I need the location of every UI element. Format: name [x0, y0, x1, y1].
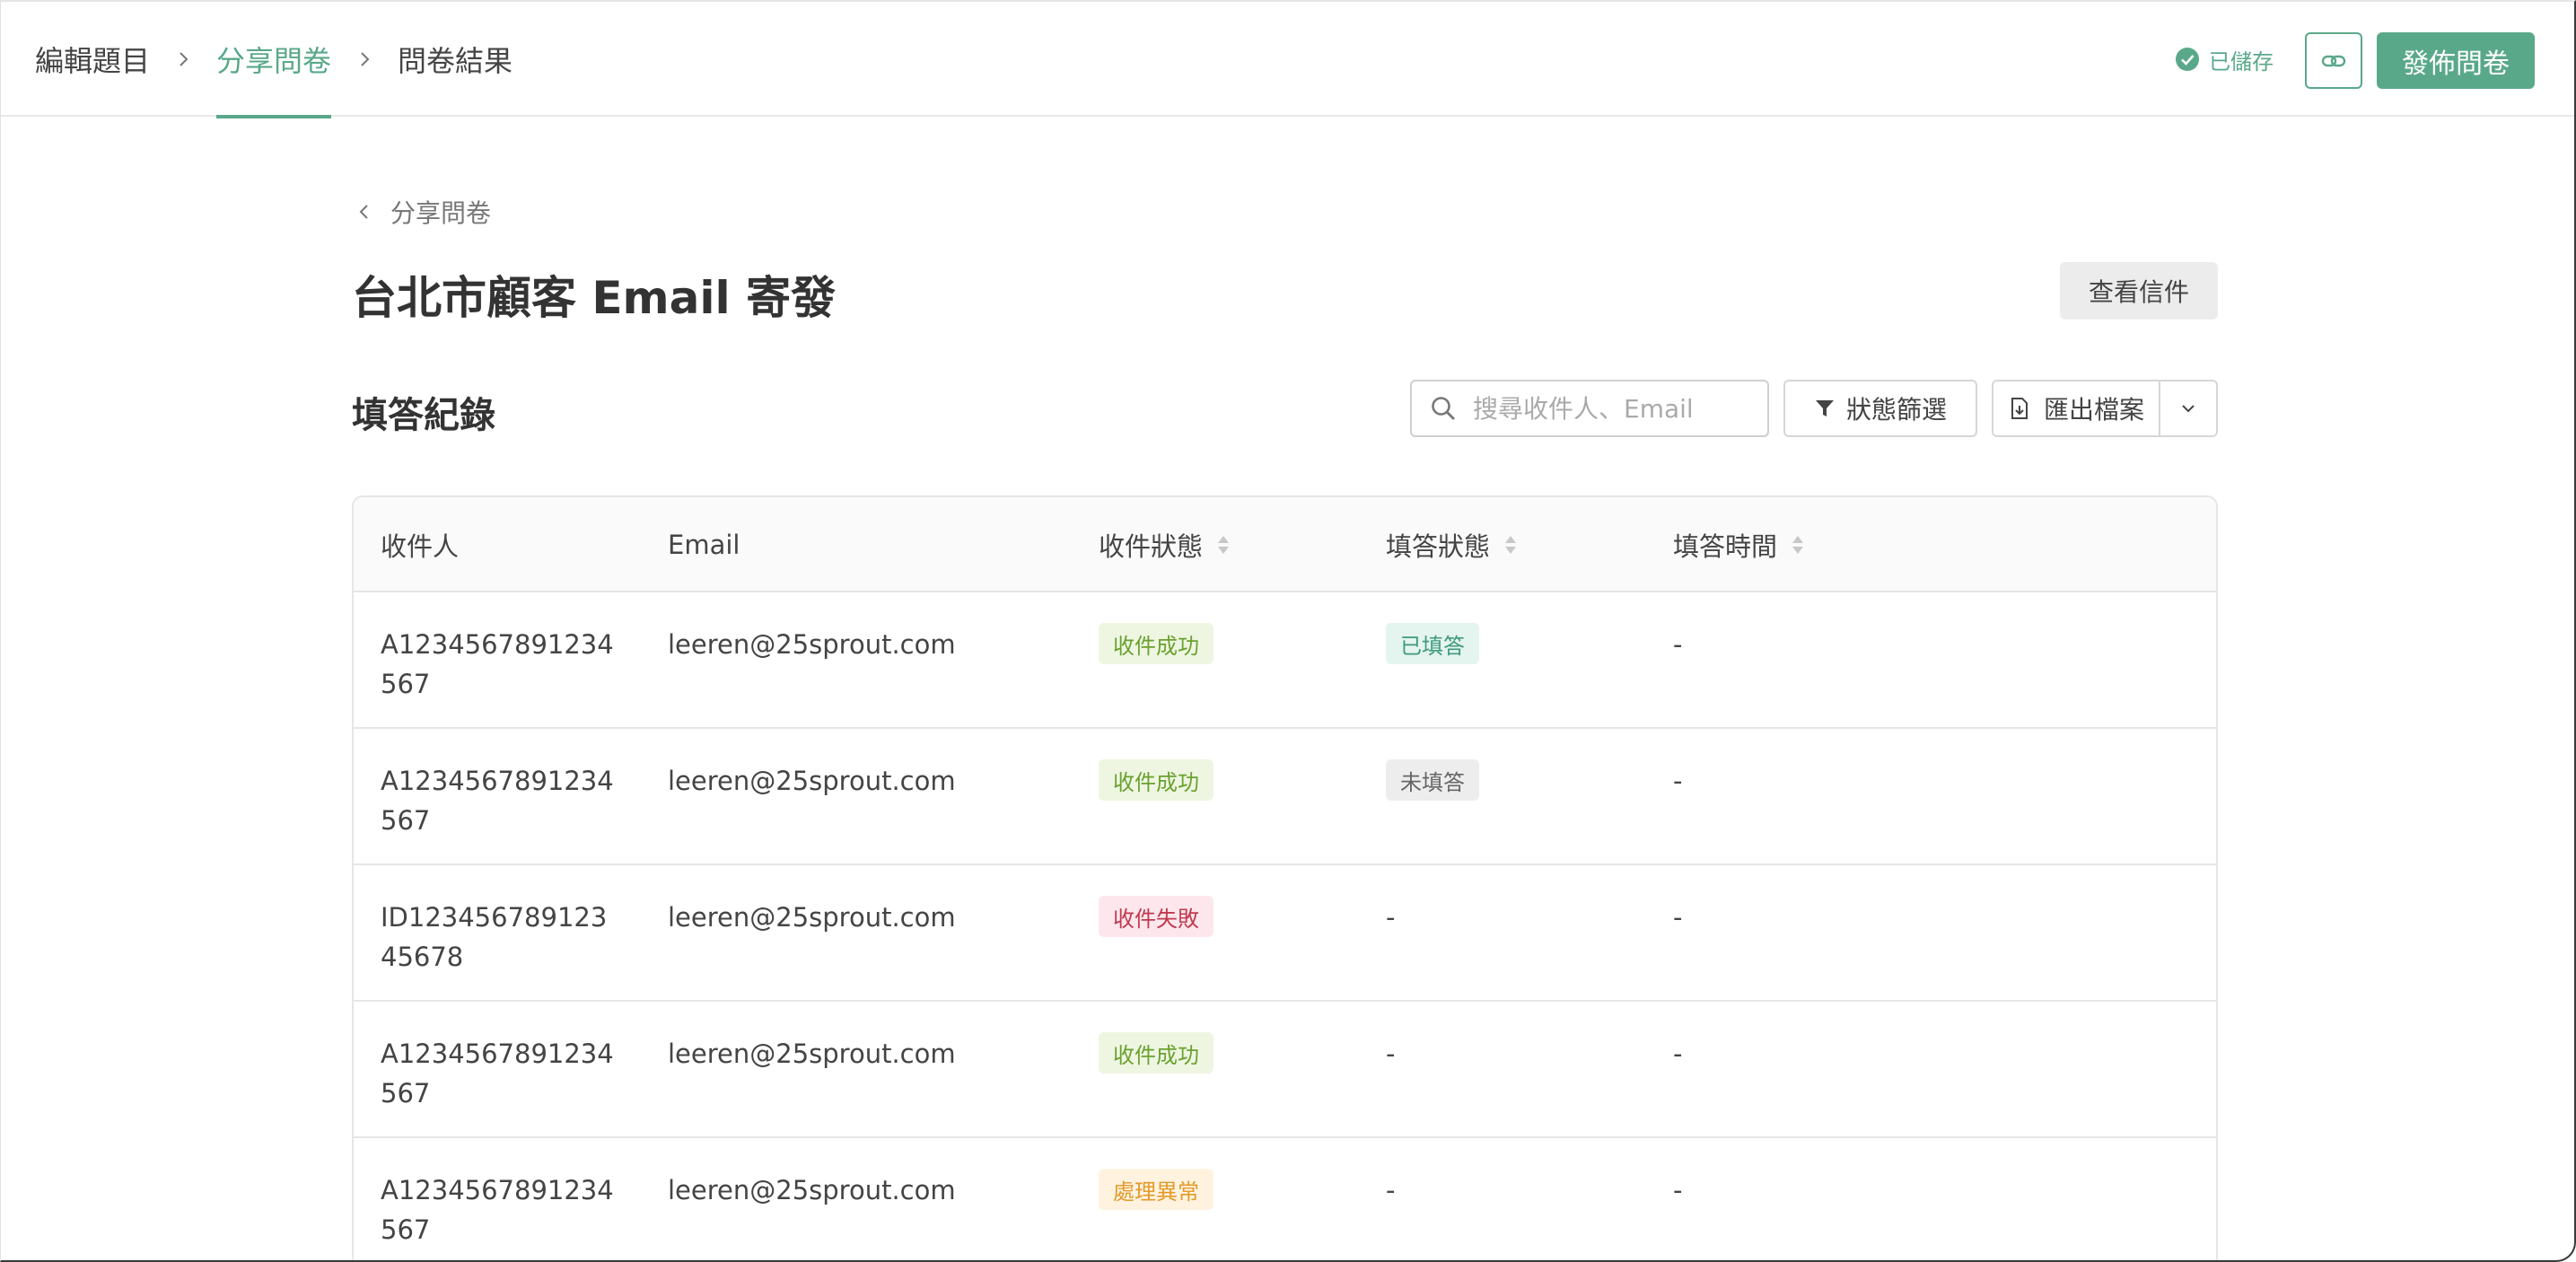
recipient-cell: A1234567891234567 [381, 629, 614, 699]
file-export-icon [2011, 398, 2028, 419]
step-survey-results[interactable]: 問卷結果 [398, 2, 513, 117]
back-link-label: 分享問卷 [390, 198, 492, 228]
response-status-badge: 未填答 [1386, 759, 1479, 801]
export-button-group: 匯出檔案 [1992, 380, 2218, 437]
delivery-status-badge: 收件成功 [1099, 1032, 1214, 1074]
response-time-cell: - [1673, 766, 1683, 796]
search-icon [1432, 397, 1455, 420]
table-header: 收件人 Email 收件狀態 填答狀態 填答時間 [354, 497, 2216, 592]
column-header-recipient: 收件人 [381, 531, 460, 562]
table-row: A1234567891234567 leeren@25sprout.com 收件成功… [354, 1002, 2216, 1138]
sort-icon[interactable] [1792, 535, 1804, 555]
search-box[interactable] [1410, 380, 1769, 437]
export-file-button[interactable]: 匯出檔案 [1993, 381, 2160, 435]
link-icon [2321, 55, 2346, 66]
response-status-cell: - [1386, 1175, 1396, 1205]
recipient-cell: A1234567891234567 [381, 1039, 614, 1109]
export-file-label: 匯出檔案 [2043, 395, 2144, 425]
recipient-cell: ID12345678912345678 [381, 902, 608, 972]
email-cell: leeren@25sprout.com [668, 766, 956, 796]
delivery-status-badge: 收件成功 [1099, 623, 1214, 664]
column-header-response-time[interactable]: 填答時間 [1673, 497, 1804, 592]
chevron-right-icon [331, 2, 398, 117]
response-time-cell: - [1673, 1175, 1683, 1205]
copy-link-button[interactable] [2305, 32, 2362, 89]
chevron-down-icon [2182, 405, 2195, 413]
step-share-survey[interactable]: 分享問卷 [216, 2, 332, 118]
top-bar: 編輯題目 分享問卷 問卷結果 已儲存 發佈問卷 [1, 2, 2574, 118]
response-time-cell: - [1673, 902, 1683, 933]
status-filter-label: 狀態篩選 [1845, 395, 1947, 425]
publish-survey-button[interactable]: 發佈問卷 [2377, 32, 2535, 89]
column-header-delivery-status[interactable]: 收件狀態 [1099, 497, 1230, 592]
response-status-cell: - [1386, 1039, 1396, 1069]
response-status-badge: 已填答 [1386, 623, 1479, 664]
page-title: 台北市顧客 Email 寄發 [352, 272, 837, 324]
table-row: ID12345678912345678 leeren@25sprout.com 收件… [354, 865, 2216, 1002]
email-cell: leeren@25sprout.com [668, 902, 956, 933]
table-body: A1234567891234567 leeren@25sprout.com 收件成功… [354, 592, 2216, 1260]
email-cell: leeren@25sprout.com [668, 1175, 956, 1205]
chevron-left-icon [359, 205, 368, 219]
view-mail-button[interactable]: 查看信件 [2060, 262, 2218, 320]
step-edit-questions[interactable]: 編輯題目 [35, 2, 150, 117]
filter-icon [1815, 400, 1834, 416]
recipient-cell: A1234567891234567 [381, 766, 614, 836]
sort-icon[interactable] [1217, 535, 1230, 555]
recipient-cell: A1234567891234567 [381, 1175, 614, 1245]
delivery-status-badge: 收件成功 [1099, 759, 1214, 801]
section-title: 填答紀錄 [352, 395, 495, 436]
app-window: 編輯題目 分享問卷 問卷結果 已儲存 發佈問卷 分享問卷 台北市顧客 Email… [0, 0, 2576, 1262]
delivery-status-badge: 收件失敗 [1099, 896, 1214, 937]
response-time-cell: - [1673, 629, 1683, 660]
status-filter-button[interactable]: 狀態篩選 [1783, 380, 1977, 437]
chevron-right-icon [150, 2, 216, 117]
email-cell: leeren@25sprout.com [668, 1039, 956, 1069]
step-breadcrumb: 編輯題目 分享問卷 問卷結果 [35, 2, 513, 118]
response-time-cell: - [1673, 1039, 1683, 1069]
column-header-response-status[interactable]: 填答狀態 [1386, 497, 1517, 592]
table-row: A1234567891234567 leeren@25sprout.com 收件成功… [354, 729, 2216, 865]
email-cell: leeren@25sprout.com [668, 629, 956, 660]
export-dropdown-button[interactable] [2160, 381, 2216, 435]
back-link[interactable]: 分享問卷 [356, 194, 491, 230]
check-circle-icon [2176, 48, 2199, 71]
sort-icon[interactable] [1504, 535, 1517, 555]
response-status-cell: - [1386, 902, 1396, 933]
table-row: A1234567891234567 leeren@25sprout.com 處理異常… [354, 1138, 2216, 1260]
search-input[interactable] [1473, 393, 1760, 424]
delivery-status-badge: 處理異常 [1099, 1169, 1214, 1210]
saved-status: 已儲存 [2175, 45, 2274, 74]
column-header-email: Email [668, 530, 740, 560]
saved-label: 已儲存 [2209, 48, 2274, 74]
table-row: A1234567891234567 leeren@25sprout.com 收件成功… [354, 592, 2216, 729]
response-table: 收件人 Email 收件狀態 填答狀態 填答時間 A12345678912345… [352, 495, 2218, 1260]
